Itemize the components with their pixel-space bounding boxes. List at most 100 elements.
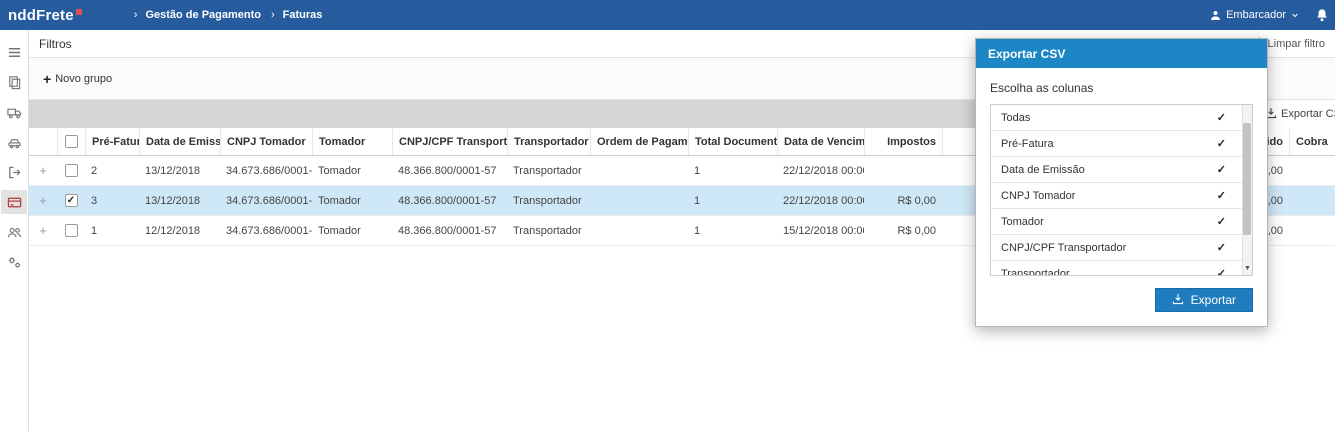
user-menu[interactable]: Embarcador — [1210, 9, 1299, 21]
select-all-checkbox[interactable] — [65, 135, 78, 148]
export-csv-link[interactable]: Exportar CSV — [1263, 100, 1335, 128]
sign-out-icon[interactable] — [1, 160, 27, 184]
topbar-right: Embarcador — [1210, 8, 1329, 22]
check-icon: ✓ — [1216, 164, 1226, 176]
modal-subtitle: Escolha as colunas — [990, 81, 1094, 95]
new-group-button[interactable]: + Novo grupo — [43, 71, 112, 87]
cell-data-emissao: 13/12/2018 — [145, 194, 201, 207]
cell-transportador: Transportador — [513, 194, 582, 207]
column-header-tomador[interactable]: Tomador — [312, 128, 392, 155]
column-header-pre-fatura[interactable]: Pré-Fatura — [85, 128, 139, 155]
column-header-impostos[interactable]: Impostos — [864, 128, 942, 155]
breadcrumb-item-gestao-pagamento[interactable]: Gestão de Pagamento — [134, 9, 261, 21]
topbar: nddFrete Gestão de Pagamento Faturas Emb… — [0, 0, 1335, 30]
cell-tomador: Tomador — [318, 164, 361, 177]
truck-icon[interactable] — [1, 100, 27, 124]
check-icon: ✓ — [1216, 190, 1226, 202]
cell-impostos: R$ 0,00 — [897, 224, 936, 237]
export-button-label: Exportar — [1190, 293, 1236, 307]
column-header-transportador[interactable]: Transportador — [507, 128, 590, 155]
column-header-cnpj-tomador[interactable]: CNPJ Tomador — [220, 128, 312, 155]
cell-cnpj-tomador: 34.673.686/0001-01 — [226, 224, 312, 237]
cell-cnpj-tomador: 34.673.686/0001-01 — [226, 194, 312, 207]
app-logo: nddFrete — [8, 7, 82, 24]
user-icon — [1210, 10, 1221, 21]
cell-total-documentos: 1 — [694, 194, 701, 207]
cell-data-vencimento: 15/12/2018 00:00 — [783, 224, 864, 237]
breadcrumb: Gestão de Pagamento Faturas — [134, 9, 333, 21]
column-header-data-vencimento[interactable]: Data de Vencimento — [777, 128, 864, 155]
cell-pre-fatura: 1 — [91, 224, 98, 237]
cell-impostos: R$ 0,00 — [897, 194, 936, 207]
check-icon: ✓ — [1216, 138, 1226, 150]
notifications-bell-icon[interactable] — [1315, 8, 1329, 22]
hamburger-menu-icon[interactable] — [1, 40, 27, 64]
cell-transportador: Transportador — [513, 164, 582, 177]
column-option-tomador[interactable]: Tomador ✓ — [991, 209, 1252, 235]
column-option-transportador[interactable]: Transportador ✓ — [991, 261, 1252, 276]
column-option-todas[interactable]: Todas ✓ — [991, 105, 1252, 131]
logo-accent-square — [75, 8, 82, 15]
cell-total-documentos: 1 — [694, 224, 701, 237]
cell-transportador: Transportador — [513, 224, 582, 237]
users-icon[interactable] — [1, 220, 27, 244]
cell-data-emissao: 13/12/2018 — [145, 164, 201, 177]
payment-icon[interactable] — [1, 190, 27, 214]
row-checkbox[interactable] — [64, 224, 78, 237]
documents-copy-icon[interactable] — [1, 70, 27, 94]
option-list-scrollbar[interactable]: ▼ — [1242, 105, 1252, 275]
cell-data-vencimento: 22/12/2018 00:00 — [783, 194, 864, 207]
expand-row-button[interactable]: + — [29, 186, 57, 216]
cell-total-documentos: 1 — [694, 164, 701, 177]
select-all-checkbox-cell — [57, 128, 85, 155]
row-checkbox-cell: ✓ — [57, 194, 85, 207]
row-checkbox-cell — [57, 164, 85, 177]
cell-tomador: Tomador — [318, 194, 361, 207]
app-logo-text: nddFrete — [8, 6, 74, 24]
column-option-data-emissao[interactable]: Data de Emissão ✓ — [991, 157, 1252, 183]
expand-row-button[interactable]: + — [29, 156, 57, 186]
filters-title: Filtros — [39, 36, 72, 51]
scrollbar-down-arrow[interactable]: ▼ — [1243, 264, 1252, 274]
download-icon — [1172, 293, 1184, 308]
cell-data-emissao: 12/12/2018 — [145, 224, 201, 237]
row-checkbox-checked[interactable]: ✓ — [64, 194, 78, 207]
column-header-cobranca[interactable]: Cobra — [1289, 128, 1335, 155]
breadcrumb-item-faturas[interactable]: Faturas — [271, 9, 323, 21]
plus-icon: + — [43, 70, 52, 87]
new-group-label: Novo grupo — [55, 72, 113, 85]
column-header-data-emissao[interactable]: Data de Emissão ↓ — [139, 128, 220, 155]
sidebar — [0, 30, 29, 431]
column-header-ordem-pagamento[interactable]: Ordem de Pagamento — [590, 128, 688, 155]
expand-all-column — [29, 128, 57, 155]
column-header-cnpj-cpf-transportador[interactable]: CNPJ/CPF Transportador — [392, 128, 507, 155]
cell-cnpj-cpf-transportador: 48.366.800/0001-57 — [398, 224, 497, 237]
check-icon: ✓ — [1216, 216, 1226, 228]
cell-tomador: Tomador — [318, 224, 361, 237]
cell-cnpj-cpf-transportador: 48.366.800/0001-57 — [398, 194, 497, 207]
cell-cnpj-tomador: 34.673.686/0001-01 — [226, 164, 312, 177]
check-icon: ✓ — [1216, 268, 1226, 276]
cell-cnpj-cpf-transportador: 48.366.800/0001-57 — [398, 164, 497, 177]
export-csv-modal: Exportar CSV Escolha as colunas Todas ✓ … — [975, 38, 1268, 327]
settings-gears-icon[interactable] — [1, 250, 27, 274]
export-csv-link-label: Exportar CSV — [1281, 108, 1335, 120]
export-button[interactable]: Exportar — [1154, 288, 1253, 312]
modal-title: Exportar CSV — [988, 46, 1066, 61]
car-icon[interactable] — [1, 130, 27, 154]
cell-pre-fatura: 3 — [91, 194, 98, 207]
user-menu-label: Embarcador — [1226, 9, 1286, 21]
column-header-total-documentos[interactable]: Total Documentos — [688, 128, 777, 155]
modal-footer: Exportar — [976, 276, 1267, 326]
check-icon: ✓ — [1216, 112, 1226, 124]
scrollbar-thumb[interactable] — [1243, 123, 1251, 235]
row-checkbox[interactable] — [64, 164, 78, 177]
column-option-pre-fatura[interactable]: Pré-Fatura ✓ — [991, 131, 1252, 157]
modal-header: Exportar CSV — [976, 39, 1267, 68]
expand-row-button[interactable]: + — [29, 216, 57, 246]
row-checkbox-cell — [57, 224, 85, 237]
check-icon: ✓ — [1216, 242, 1226, 254]
column-option-cnpj-cpf-transportador[interactable]: CNPJ/CPF Transportador ✓ — [991, 235, 1252, 261]
column-option-cnpj-tomador[interactable]: CNPJ Tomador ✓ — [991, 183, 1252, 209]
cell-data-vencimento: 22/12/2018 00:00 — [783, 164, 864, 177]
